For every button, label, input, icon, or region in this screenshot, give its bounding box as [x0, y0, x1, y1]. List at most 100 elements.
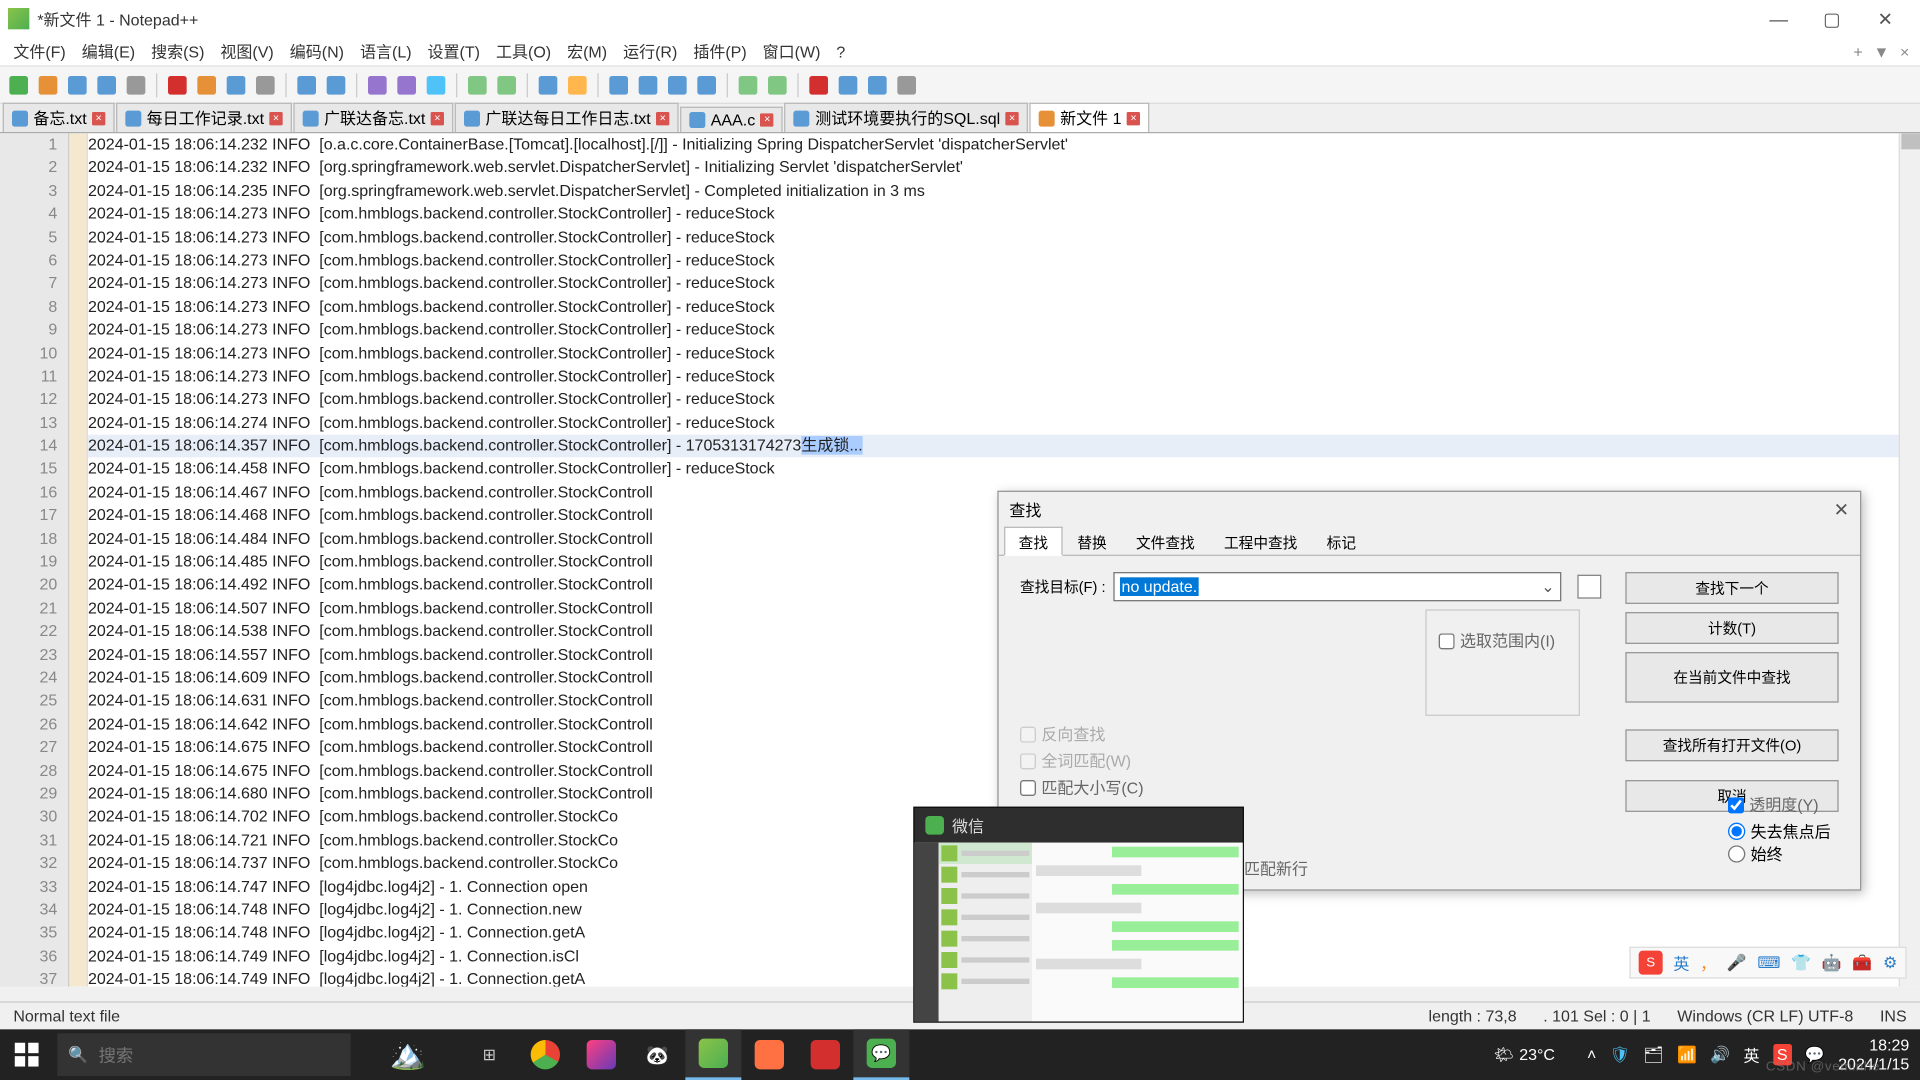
- toolbar-button[interactable]: [123, 71, 150, 98]
- sogou-icon[interactable]: S: [1639, 951, 1663, 975]
- code-line[interactable]: 2024-01-15 18:06:14.357 INFO [com.hmblog…: [88, 435, 1920, 458]
- code-line[interactable]: 2024-01-15 18:06:14.232 INFO [org.spring…: [88, 157, 1920, 180]
- ime-toolbar[interactable]: S 英 ， 🎤 ⌨ 👕 🤖 🧰 ⚙: [1629, 947, 1906, 979]
- toolbar-button[interactable]: [223, 71, 250, 98]
- backward-checkbox[interactable]: 反向查找: [1020, 723, 1601, 746]
- toolbar-button[interactable]: [423, 71, 450, 98]
- tray-expand-icon[interactable]: ˄: [1587, 1045, 1596, 1064]
- code-line[interactable]: 2024-01-15 18:06:14.273 INFO [com.hmblog…: [88, 203, 1920, 226]
- code-line[interactable]: 2024-01-15 18:06:14.274 INFO [com.hmblog…: [88, 412, 1920, 435]
- lose-focus-radio[interactable]: 失去焦点后: [1728, 820, 1831, 843]
- toolbar-button[interactable]: [164, 71, 191, 98]
- toolbar-button[interactable]: [664, 71, 691, 98]
- code-line[interactable]: 2024-01-15 18:06:14.273 INFO [com.hmblog…: [88, 272, 1920, 295]
- wechat-task[interactable]: 💬: [853, 1029, 909, 1080]
- robot-icon[interactable]: 🤖: [1822, 953, 1842, 972]
- toolbar-button[interactable]: [564, 71, 591, 98]
- code-line[interactable]: 2024-01-15 18:06:14.273 INFO [com.hmblog…: [88, 249, 1920, 272]
- menu-tail-button[interactable]: +: [1848, 39, 1868, 63]
- match-case-checkbox[interactable]: 匹配大小写(C): [1020, 776, 1601, 799]
- document-tab[interactable]: 广联达备忘.txt×: [293, 103, 453, 132]
- code-line[interactable]: 2024-01-15 18:06:14.273 INFO [com.hmblog…: [88, 365, 1920, 388]
- toolbar-button[interactable]: [835, 71, 862, 98]
- document-tab[interactable]: 测试环境要执行的SQL.sql×: [785, 103, 1029, 132]
- menu-item[interactable]: 搜索(S): [143, 37, 212, 65]
- shirt-icon[interactable]: 👕: [1791, 953, 1811, 972]
- document-tab[interactable]: 每日工作记录.txt×: [116, 103, 292, 132]
- toolbar-button[interactable]: [493, 71, 520, 98]
- menu-item[interactable]: 文件(F): [5, 37, 73, 65]
- task-view-button[interactable]: ⊞: [461, 1029, 517, 1080]
- document-tab[interactable]: 新文件 1×: [1029, 103, 1149, 132]
- toolbar-button[interactable]: [805, 71, 832, 98]
- volume-icon[interactable]: 🔊: [1710, 1045, 1730, 1064]
- toolbar-button[interactable]: [5, 71, 32, 98]
- code-line[interactable]: 2024-01-15 18:06:14.273 INFO [com.hmblog…: [88, 296, 1920, 319]
- maximize-button[interactable]: ▢: [1805, 1, 1858, 36]
- chevron-down-icon[interactable]: ⌄: [1541, 577, 1554, 596]
- find-next-button[interactable]: 查找下一个: [1625, 572, 1838, 604]
- gear-icon[interactable]: ⚙: [1883, 953, 1897, 972]
- menu-item[interactable]: 工具(O): [488, 37, 559, 65]
- ime-indicator[interactable]: 英: [1743, 1043, 1759, 1066]
- toolbar-button[interactable]: [764, 71, 791, 98]
- comma-icon[interactable]: ，: [1700, 951, 1716, 974]
- find-tab[interactable]: 文件查找: [1121, 527, 1209, 555]
- tab-close-button[interactable]: ×: [1127, 111, 1140, 124]
- toolbar-button[interactable]: [693, 71, 720, 98]
- tab-close-button[interactable]: ×: [656, 111, 669, 124]
- find-tab[interactable]: 查找: [1004, 527, 1063, 556]
- code-line[interactable]: 2024-01-15 18:06:14.235 INFO [org.spring…: [88, 180, 1920, 203]
- code-line[interactable]: 2024-01-15 18:06:14.273 INFO [com.hmblog…: [88, 342, 1920, 365]
- find-target-combobox[interactable]: no update. ⌄: [1114, 572, 1562, 601]
- match-newline-checkbox[interactable]: 匹配新行: [1244, 857, 1308, 880]
- minimize-button[interactable]: —: [1752, 1, 1805, 36]
- transparency-checkbox[interactable]: 透明度(Y): [1728, 793, 1831, 816]
- toolbar-button[interactable]: [293, 71, 320, 98]
- code-line[interactable]: 2024-01-15 18:06:14.273 INFO [com.hmblog…: [88, 226, 1920, 249]
- menu-item[interactable]: 窗口(W): [755, 37, 829, 65]
- tab-close-button[interactable]: ×: [1005, 111, 1018, 124]
- panda-task[interactable]: 🐼: [629, 1029, 685, 1080]
- mic-icon[interactable]: 🎤: [1727, 953, 1747, 972]
- menu-item[interactable]: ?: [828, 39, 853, 63]
- wifi-icon[interactable]: 📶: [1677, 1045, 1697, 1064]
- find-target-extra-button[interactable]: [1577, 575, 1601, 599]
- weather-widget[interactable]: 🌤23°C: [1494, 1045, 1555, 1064]
- wechat-preview-window[interactable]: 微信: [913, 807, 1244, 1023]
- search-input[interactable]: [99, 1045, 334, 1065]
- menu-item[interactable]: 设置(T): [420, 37, 488, 65]
- scrollbar-thumb[interactable]: [1901, 133, 1920, 149]
- intellij-task[interactable]: [573, 1029, 629, 1080]
- tab-close-button[interactable]: ×: [269, 111, 282, 124]
- toolbar-button[interactable]: [364, 71, 391, 98]
- menu-item[interactable]: 语言(L): [352, 37, 420, 65]
- toolbox-icon[interactable]: 🧰: [1852, 953, 1872, 972]
- count-button[interactable]: 计数(T): [1625, 612, 1838, 644]
- tab-close-button[interactable]: ×: [92, 111, 105, 124]
- toolbar-button[interactable]: [35, 71, 62, 98]
- code-line[interactable]: 2024-01-15 18:06:14.232 INFO [o.a.c.core…: [88, 133, 1920, 156]
- find-dialog-close-button[interactable]: ✕: [1834, 498, 1850, 521]
- toolbar-button[interactable]: [323, 71, 350, 98]
- red-app-task[interactable]: [797, 1029, 853, 1080]
- range-checkbox[interactable]: 选取范围内(I): [1439, 629, 1555, 652]
- keyboard-icon[interactable]: ⌨: [1757, 953, 1780, 972]
- menu-tail-button[interactable]: ×: [1895, 39, 1915, 63]
- start-button[interactable]: [0, 1029, 53, 1080]
- toolbar-button[interactable]: [252, 71, 279, 98]
- close-button[interactable]: ✕: [1859, 1, 1912, 36]
- toolbar-button[interactable]: [893, 71, 920, 98]
- find-in-current-button[interactable]: 在当前文件中查找: [1625, 652, 1838, 703]
- ime-lang[interactable]: 英: [1673, 951, 1689, 974]
- battery-icon[interactable]: 🗂: [1643, 1045, 1663, 1064]
- taskbar-search[interactable]: 🔍: [57, 1033, 350, 1076]
- toolbar-button[interactable]: [464, 71, 491, 98]
- tab-close-button[interactable]: ×: [431, 111, 444, 124]
- code-line[interactable]: 2024-01-15 18:06:14.273 INFO [com.hmblog…: [88, 388, 1920, 411]
- whole-word-checkbox[interactable]: 全词匹配(W): [1020, 749, 1601, 772]
- menu-tail-button[interactable]: ▼: [1868, 39, 1895, 63]
- menu-item[interactable]: 编码(N): [282, 37, 352, 65]
- menu-item[interactable]: 宏(M): [559, 37, 615, 65]
- orange-app-task[interactable]: [741, 1029, 797, 1080]
